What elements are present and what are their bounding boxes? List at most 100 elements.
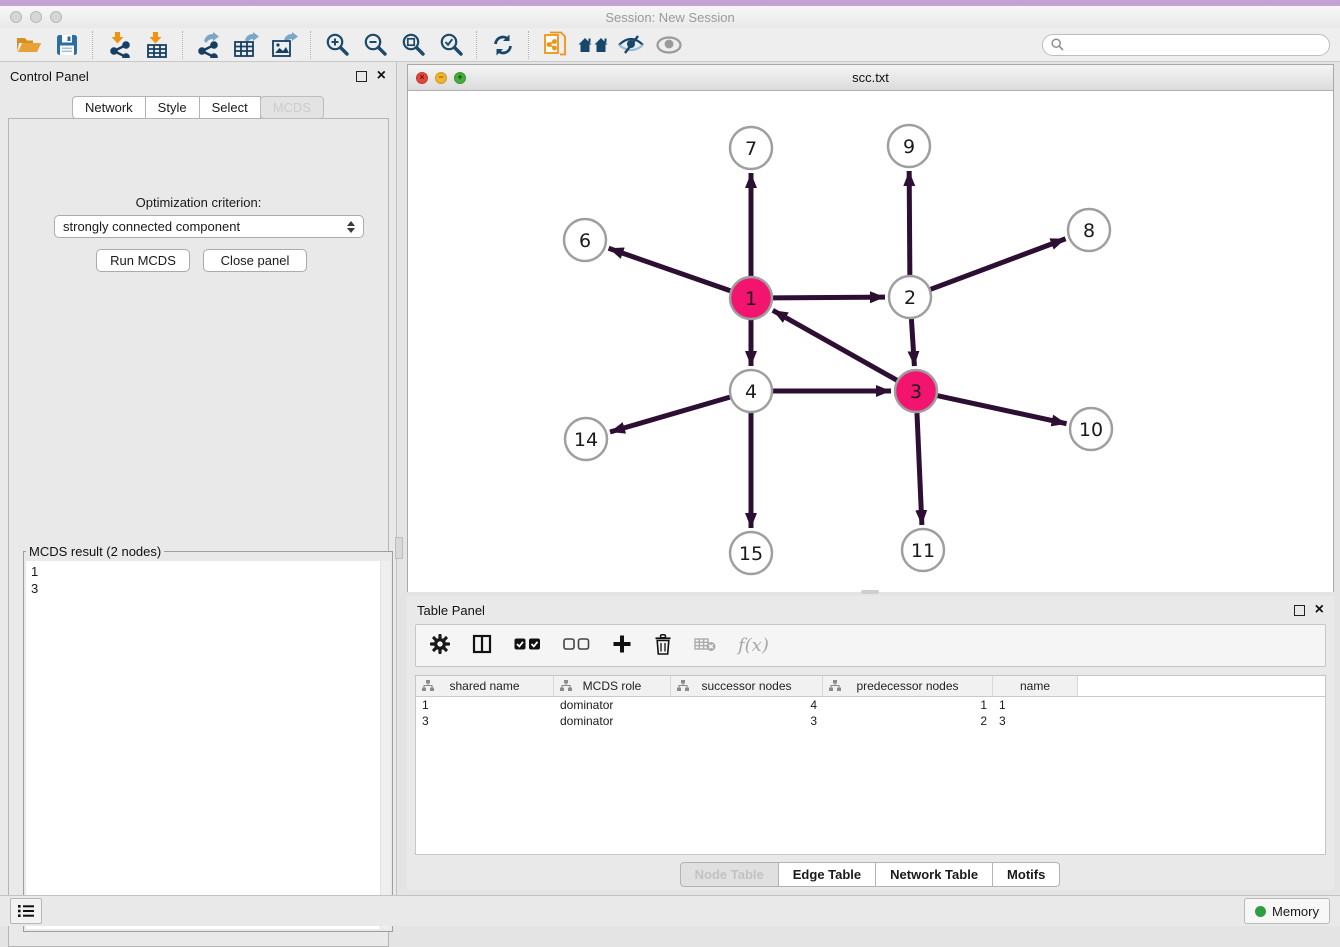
function-builder-button[interactable]: f(x): [738, 635, 769, 656]
graph-edge-3-1[interactable]: [773, 310, 897, 380]
export-network-icon: [196, 32, 222, 58]
graph-edge-3-10[interactable]: [937, 396, 1066, 424]
task-history-button[interactable]: [10, 898, 42, 924]
column-header-mcds-role[interactable]: MCDS role: [554, 676, 671, 696]
save-session-button[interactable]: [48, 30, 86, 60]
cell-shared-name[interactable]: 1: [416, 698, 554, 712]
tab-edge-table[interactable]: Edge Table: [778, 862, 876, 887]
cell-predecessor-nodes[interactable]: 1: [823, 698, 993, 712]
tab-mcds[interactable]: MCDS: [260, 96, 324, 119]
column-header-predecessor-nodes[interactable]: predecessor nodes: [823, 676, 993, 696]
column-header-shared-name[interactable]: shared name: [416, 676, 554, 696]
select-all-button[interactable]: [514, 638, 541, 653]
duplicate-network-icon: [543, 31, 567, 59]
column-type-icon: [422, 680, 434, 692]
show-graphics-details-button[interactable]: [650, 30, 688, 60]
graph-node-label-11: 11: [911, 540, 935, 562]
graph-node-label-7: 7: [745, 138, 757, 160]
cell-successor-nodes[interactable]: 4: [671, 698, 823, 712]
search-input[interactable]: [1069, 37, 1321, 53]
search-field[interactable]: [1042, 34, 1330, 56]
graph-edge-3-11[interactable]: [917, 413, 922, 525]
column-header-name[interactable]: name: [993, 676, 1078, 696]
open-file-button[interactable]: [10, 30, 48, 60]
homes-icon: [578, 36, 608, 54]
columns-icon: [472, 634, 492, 654]
table-settings-button[interactable]: [430, 634, 450, 657]
zoom-selected-button[interactable]: [432, 30, 470, 60]
graph-edge-1-2[interactable]: [773, 297, 885, 298]
export-network-button[interactable]: [190, 30, 228, 60]
optimization-criterion-select[interactable]: strongly connected component: [54, 215, 364, 238]
zoom-in-button[interactable]: [318, 30, 356, 60]
close-panel-icon[interactable]: ×: [377, 68, 386, 84]
hide-graphics-details-button[interactable]: [612, 30, 650, 60]
control-panel-tabs: Network Style Select MCDS: [0, 96, 397, 119]
result-scrollbar[interactable]: [380, 561, 390, 929]
cell-name[interactable]: 3: [993, 714, 1078, 728]
zoom-fit-button[interactable]: [394, 30, 432, 60]
cell-shared-name[interactable]: 3: [416, 714, 554, 728]
tab-network[interactable]: Network: [72, 96, 146, 119]
table-row[interactable]: 3 dominator 3 2 3: [416, 713, 1325, 729]
table-row[interactable]: 1 dominator 4 1 1: [416, 697, 1325, 713]
export-table-button[interactable]: [228, 30, 266, 60]
panel-splitter-handle[interactable]: [395, 537, 403, 559]
delete-table-button[interactable]: [694, 637, 716, 655]
show-columns-button[interactable]: [472, 634, 492, 657]
cell-name[interactable]: 1: [993, 698, 1078, 712]
mcds-result-text[interactable]: 1 3: [26, 561, 390, 929]
float-table-panel-icon[interactable]: [1294, 605, 1305, 616]
tab-network-table[interactable]: Network Table: [875, 862, 993, 887]
minimize-network-button[interactable]: −: [435, 72, 447, 84]
import-network-button[interactable]: [100, 30, 138, 60]
import-table-button[interactable]: [138, 30, 176, 60]
close-network-button[interactable]: ×: [416, 72, 428, 84]
graph-edge-2-9[interactable]: [909, 171, 910, 275]
toolbar-separator: [528, 31, 530, 59]
table-panel-title: Table Panel: [417, 603, 485, 618]
network-view-window: × − + scc.txt 7968124314101511: [407, 64, 1334, 592]
memory-button[interactable]: Memory: [1244, 898, 1330, 924]
float-panel-icon[interactable]: [356, 71, 367, 82]
delete-column-button[interactable]: [654, 634, 672, 658]
cell-mcds-role[interactable]: dominator: [554, 714, 671, 728]
column-type-icon: [829, 680, 841, 692]
table-panel-header: Table Panel ×: [407, 596, 1334, 624]
show-all-networks-button[interactable]: [574, 30, 612, 60]
eye-icon: [655, 36, 683, 54]
cell-predecessor-nodes[interactable]: 2: [823, 714, 993, 728]
graph-edge-2-3[interactable]: [911, 319, 914, 366]
tab-motifs[interactable]: Motifs: [992, 862, 1060, 887]
network-window-titlebar[interactable]: × − + scc.txt: [408, 65, 1333, 91]
network-canvas[interactable]: 7968124314101511: [408, 91, 1333, 592]
duplicate-network-button[interactable]: [536, 30, 574, 60]
mcds-panel: Optimization criterion: strongly connect…: [8, 118, 389, 947]
tab-style[interactable]: Style: [145, 96, 200, 119]
close-table-panel-icon[interactable]: ×: [1315, 602, 1324, 618]
graph-edge-4-14[interactable]: [610, 397, 730, 432]
apply-layout-button[interactable]: [484, 30, 522, 60]
tab-node-table[interactable]: Node Table: [680, 862, 779, 887]
zoom-out-button[interactable]: [356, 30, 394, 60]
network-graph: 7968124314101511: [408, 91, 1335, 592]
graph-edge-1-6[interactable]: [609, 248, 731, 290]
network-window-controls[interactable]: × − +: [416, 72, 466, 84]
close-panel-button[interactable]: Close panel: [203, 249, 307, 272]
cell-successor-nodes[interactable]: 3: [671, 714, 823, 728]
node-table[interactable]: shared name MCDS role successor nodes: [415, 675, 1326, 855]
run-mcds-button[interactable]: Run MCDS: [96, 249, 190, 272]
delete-table-icon: [694, 637, 716, 652]
canvas-resize-handle[interactable]: [861, 590, 879, 594]
export-image-icon: [271, 32, 299, 58]
graph-edge-2-8[interactable]: [931, 239, 1066, 290]
cell-mcds-role[interactable]: dominator: [554, 698, 671, 712]
column-type-icon: [560, 680, 572, 692]
tab-select[interactable]: Select: [199, 96, 261, 119]
toolbar-separator: [310, 31, 312, 59]
export-image-button[interactable]: [266, 30, 304, 60]
column-header-successor-nodes[interactable]: successor nodes: [671, 676, 823, 696]
deselect-all-button[interactable]: [563, 638, 590, 653]
maximize-network-button[interactable]: +: [454, 72, 466, 84]
add-column-button[interactable]: [612, 634, 632, 657]
